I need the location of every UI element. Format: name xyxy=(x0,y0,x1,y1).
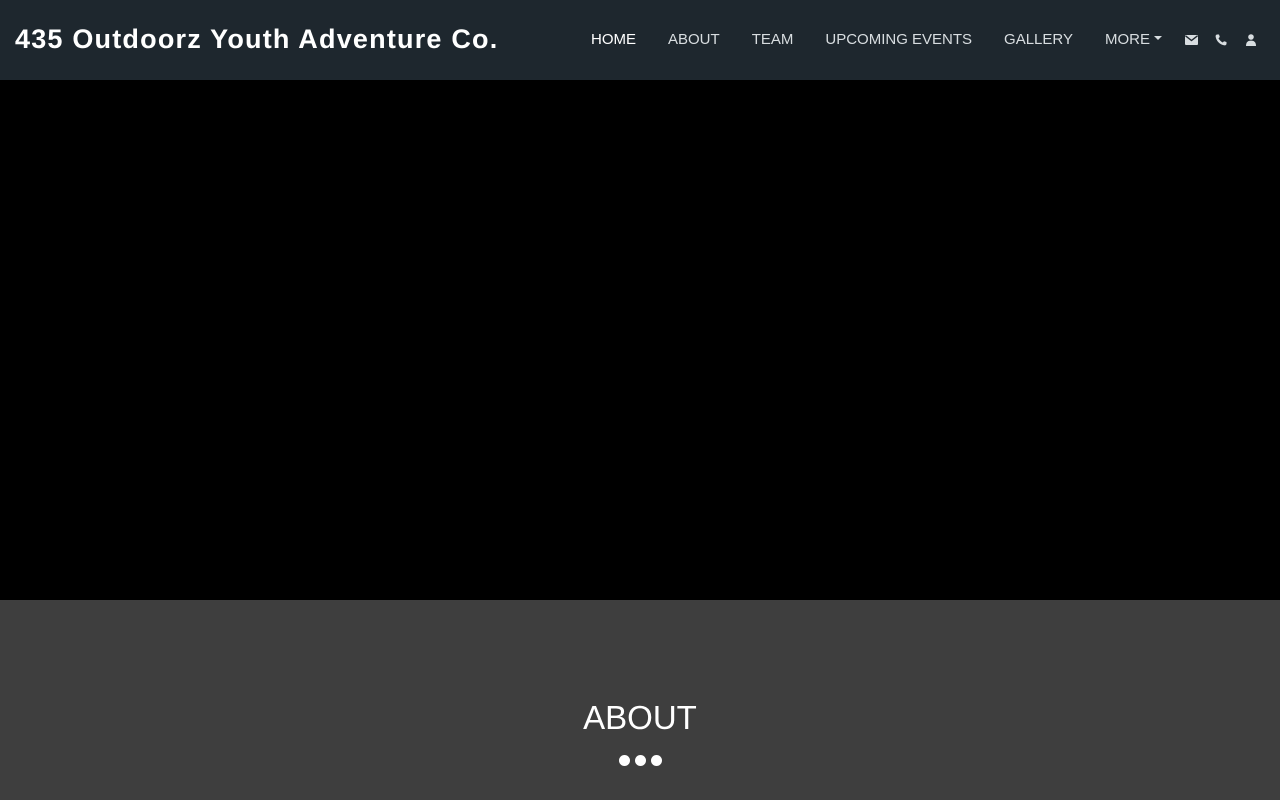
hero-banner xyxy=(0,80,1280,600)
contact-icons xyxy=(1176,0,1266,80)
site-header: 435 Outdoorz Youth Adventure Co. HOME AB… xyxy=(0,0,1280,80)
divider-dot xyxy=(618,755,630,766)
section-divider-dots xyxy=(0,755,1280,766)
nav-about[interactable]: ABOUT xyxy=(652,0,736,80)
about-section: ABOUT xyxy=(0,600,1280,800)
divider-dot xyxy=(650,755,662,766)
nav-more-label: MORE xyxy=(1104,31,1150,48)
about-heading: ABOUT xyxy=(583,699,697,736)
site-brand[interactable]: 435 Outdoorz Youth Adventure Co. xyxy=(15,22,498,56)
phone-icon[interactable] xyxy=(1206,0,1236,80)
nav-gallery[interactable]: GALLERY xyxy=(988,0,1089,80)
main-nav: HOME ABOUT TEAM UPCOMING EVENTS GALLERY … xyxy=(575,0,1178,80)
envelope-icon[interactable] xyxy=(1176,0,1206,80)
nav-upcoming-events[interactable]: UPCOMING EVENTS xyxy=(809,0,988,80)
user-icon[interactable] xyxy=(1236,0,1266,80)
divider-dot xyxy=(634,755,646,766)
caret-down-icon xyxy=(1153,36,1162,41)
nav-more-dropdown[interactable]: MORE xyxy=(1089,0,1178,80)
nav-team[interactable]: TEAM xyxy=(736,0,810,80)
nav-home[interactable]: HOME xyxy=(575,0,652,80)
